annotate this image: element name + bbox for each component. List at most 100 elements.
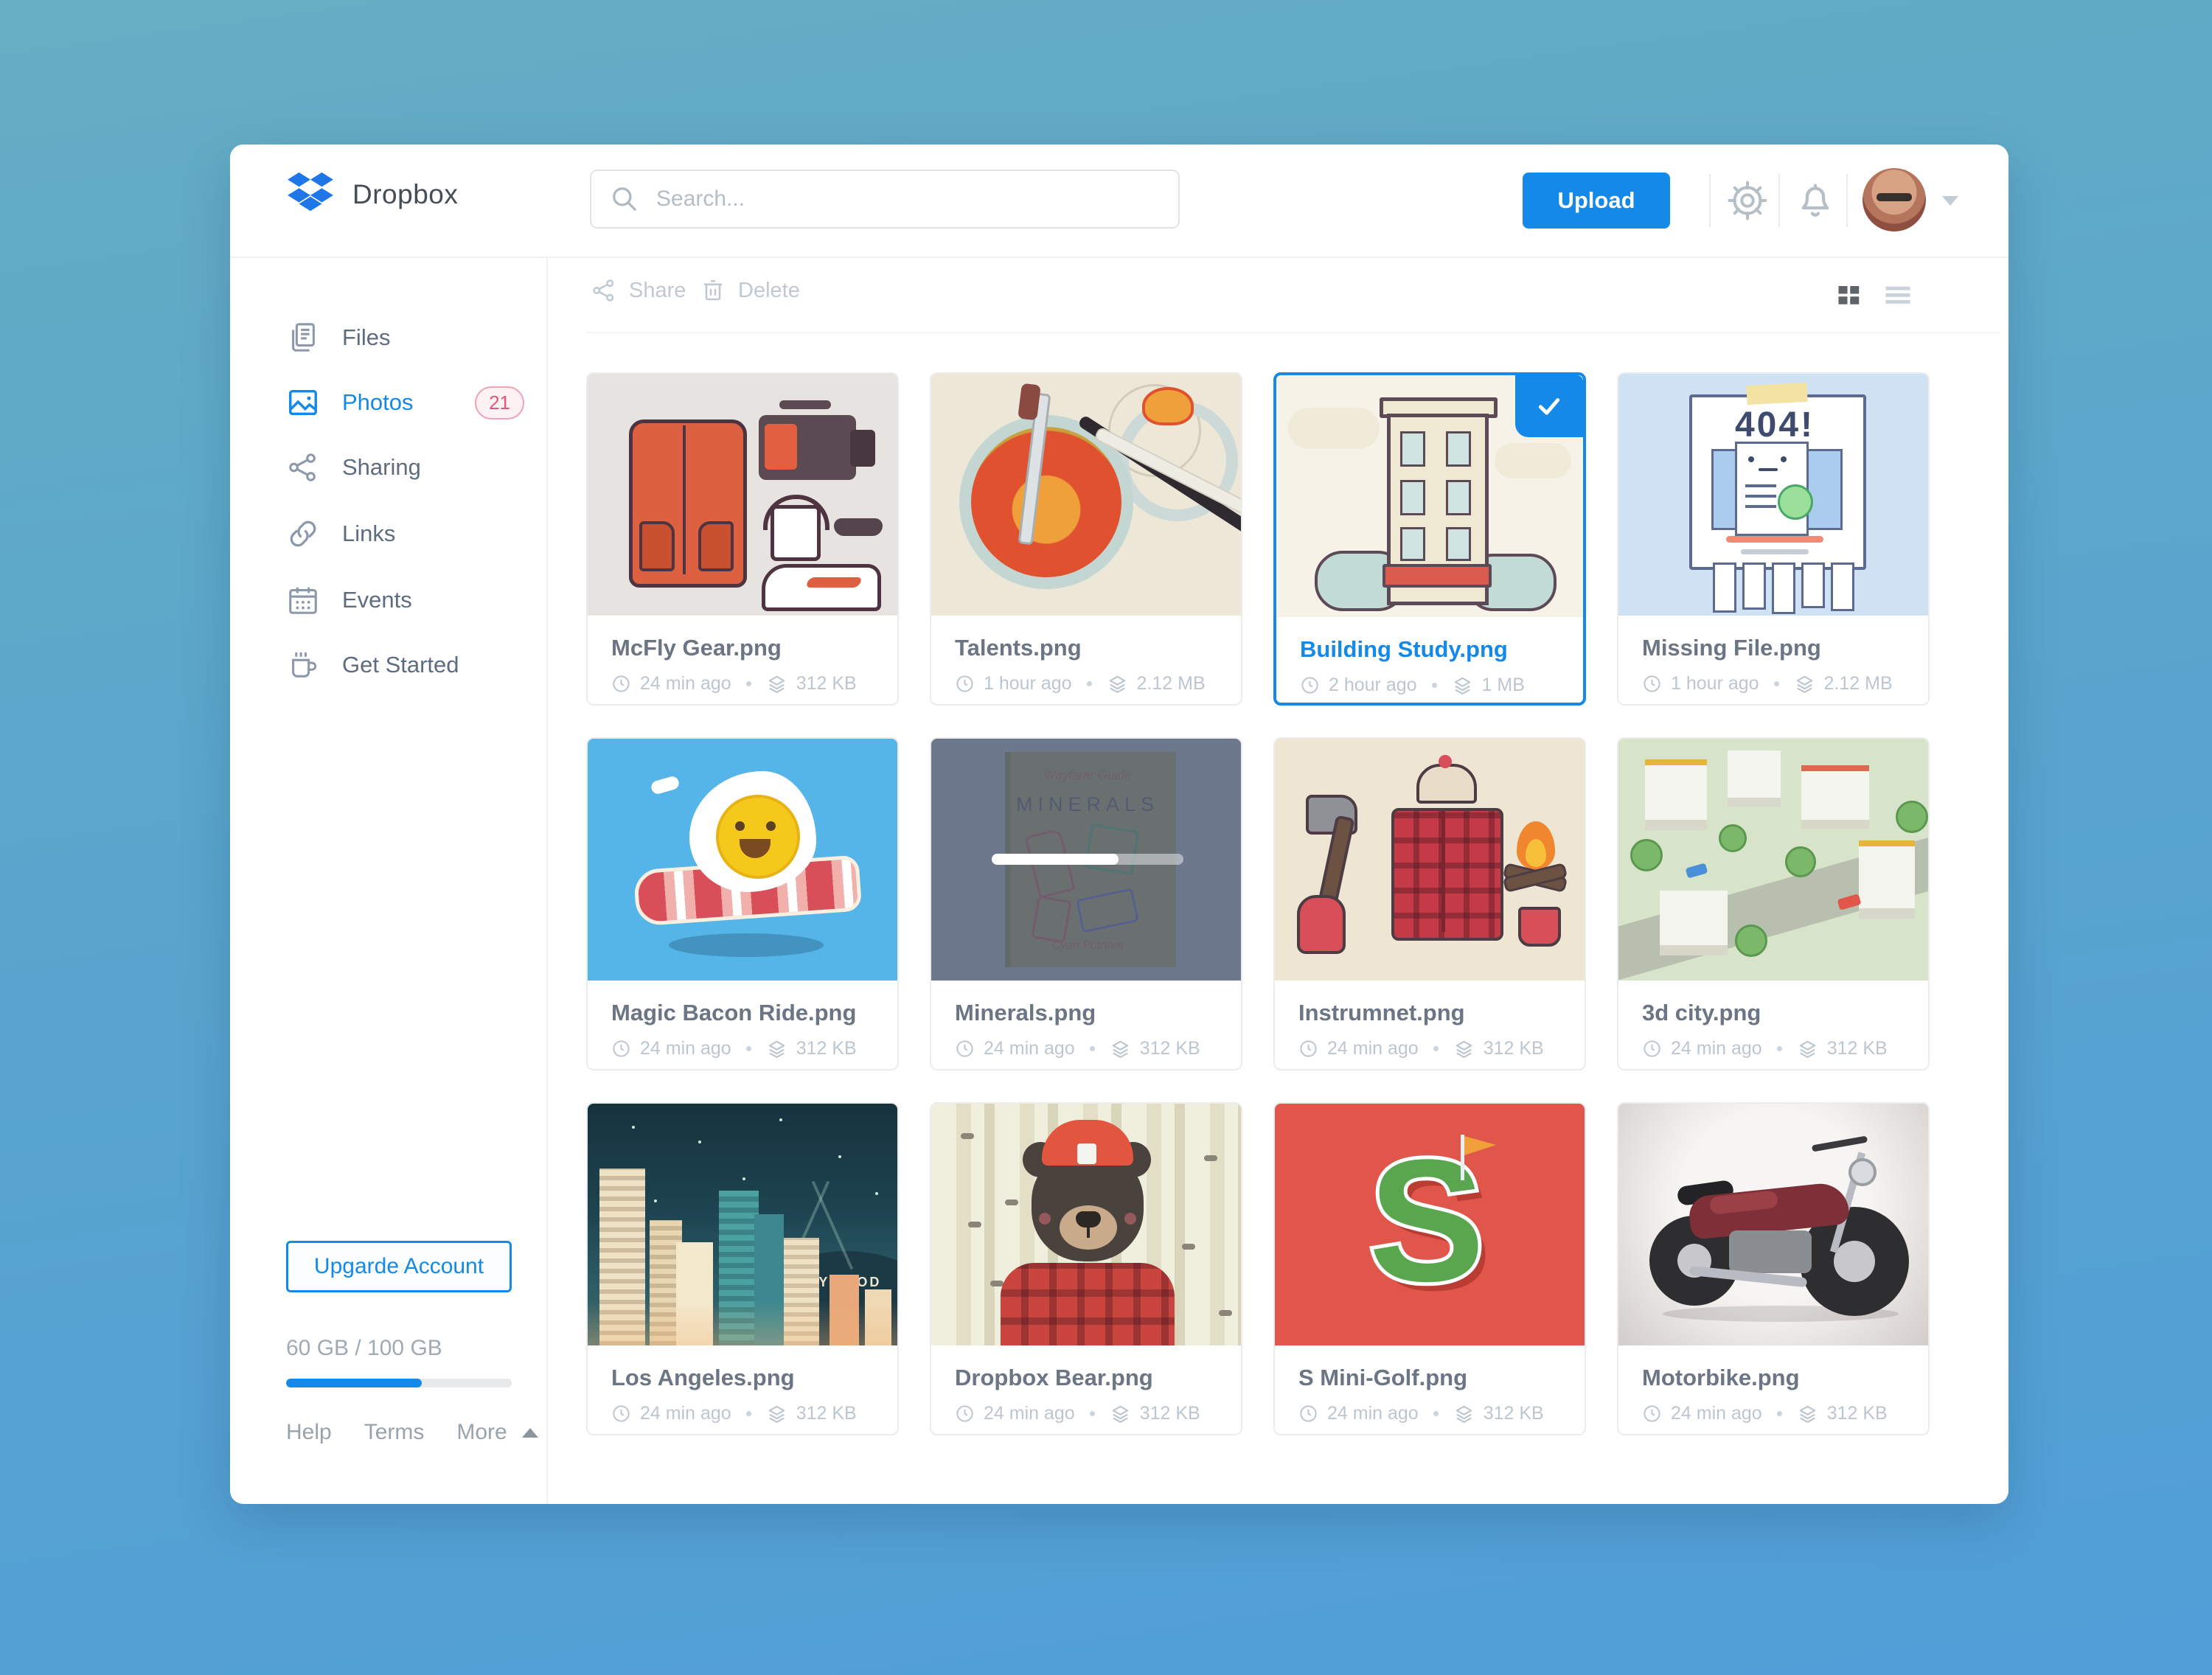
file-card[interactable]: S S S Mini-Golf.png 24 min ago 312 KB — [1273, 1102, 1586, 1435]
tape-shape — [1746, 383, 1807, 405]
layers-icon — [766, 673, 787, 694]
dropbox-app-window: Dropbox Upload Files Photos 21 — [230, 144, 2008, 1504]
file-card[interactable]: HOLLYWOOD Los Angeles.png 24 min ago — [586, 1102, 899, 1435]
grid-view-icon[interactable] — [1834, 282, 1863, 312]
file-name: S Mini-Golf.png — [1298, 1365, 1561, 1391]
sidebar-footer: Help Terms More — [286, 1420, 538, 1445]
brand[interactable]: Dropbox — [288, 171, 458, 217]
file-name: 3d city.png — [1642, 1000, 1905, 1026]
building-block — [1728, 751, 1781, 807]
sidebar-item-photos[interactable]: Photos 21 — [286, 380, 524, 425]
file-time: 1 hour ago — [984, 673, 1072, 694]
file-name: Motorbike.png — [1642, 1365, 1905, 1391]
file-card[interactable]: Talents.png 1 hour ago 2.12 MB — [930, 372, 1242, 706]
upload-progress-fill — [992, 854, 1119, 865]
clock-icon — [1642, 1039, 1662, 1059]
file-size: 312 KB — [1140, 1403, 1200, 1424]
yolk-shape — [716, 795, 800, 879]
file-time: 2 hour ago — [1329, 675, 1417, 696]
building-block — [1660, 891, 1728, 955]
dropbox-bear-illustration[interactable] — [931, 1104, 1241, 1345]
share-button[interactable]: Share — [591, 277, 686, 304]
file-time: 24 min ago — [1671, 1038, 1762, 1059]
file-time: 24 min ago — [640, 1038, 731, 1059]
terms-link[interactable]: Terms — [364, 1420, 425, 1445]
delete-label: Delete — [738, 279, 800, 303]
file-name: Minerals.png — [955, 1000, 1217, 1026]
file-time: 24 min ago — [640, 673, 731, 694]
divider — [1846, 174, 1848, 227]
photos-count-badge: 21 — [475, 386, 524, 419]
tree-shape — [1735, 924, 1767, 957]
tree-shape — [1785, 846, 1816, 877]
dot-separator — [1433, 1411, 1439, 1416]
file-card[interactable]: Motorbike.png 24 min ago 312 KB — [1617, 1102, 1930, 1435]
instrumnet-illustration[interactable] — [1275, 739, 1585, 981]
file-time: 24 min ago — [1671, 1403, 1762, 1424]
file-name: Talents.png — [955, 635, 1217, 661]
file-size: 312 KB — [796, 1403, 857, 1424]
engine-shape — [1729, 1230, 1812, 1273]
file-card[interactable]: 3d city.png 24 min ago 312 KB — [1617, 737, 1930, 1070]
caret-up-icon[interactable] — [522, 1428, 538, 1438]
shred-strip — [1742, 563, 1766, 610]
more-link[interactable]: More — [456, 1420, 507, 1445]
avatar[interactable] — [1863, 168, 1926, 231]
file-card[interactable]: 404! — [1617, 372, 1930, 706]
divider — [1709, 174, 1711, 227]
file-name: Missing File.png — [1642, 635, 1905, 661]
sidebar-item-label: Sharing — [342, 454, 421, 481]
mcfly-gear-illustration[interactable] — [588, 374, 897, 616]
photo-grid: McFly Gear.png 24 min ago 312 KB — [586, 372, 1930, 1435]
upgrade-account-button[interactable]: Upgarde Account — [286, 1241, 512, 1292]
sidebar-item-label: Photos — [342, 389, 414, 416]
dot-separator — [746, 1046, 751, 1051]
s-mini-golf-illustration[interactable]: S S — [1275, 1104, 1585, 1345]
file-card-selected[interactable]: Building Study.png 2 hour ago 1 MB — [1273, 372, 1586, 706]
search-input[interactable] — [655, 186, 1159, 212]
missing-file-illustration[interactable]: 404! — [1618, 374, 1928, 616]
sidebar-item-sharing[interactable]: Sharing — [286, 445, 524, 490]
tree-shape — [1630, 839, 1663, 871]
file-size: 1 MB — [1482, 675, 1525, 696]
file-card[interactable]: Magic Bacon Ride.png 24 min ago 312 KB — [586, 737, 899, 1070]
beanie-shape — [1416, 764, 1477, 804]
file-name: McFly Gear.png — [611, 635, 874, 661]
sidebar-item-get-started[interactable]: Get Started — [286, 643, 524, 687]
3d-city-illustration[interactable] — [1618, 739, 1928, 981]
layers-icon — [1107, 673, 1128, 694]
file-time: 24 min ago — [1327, 1403, 1419, 1424]
brand-name: Dropbox — [352, 179, 458, 210]
magic-bacon-illustration[interactable] — [588, 739, 897, 981]
talents-illustration[interactable] — [931, 374, 1241, 616]
file-size: 2.12 MB — [1824, 673, 1893, 694]
cloud-shape — [1495, 443, 1571, 478]
delete-button[interactable]: Delete — [700, 277, 800, 304]
caret-down-icon[interactable] — [1942, 196, 1958, 206]
sidebar-item-links[interactable]: Links — [286, 512, 524, 556]
search-box[interactable] — [590, 170, 1180, 229]
file-card[interactable]: Dropbox Bear.png 24 min ago 312 KB — [930, 1102, 1242, 1435]
layers-icon — [1453, 1403, 1475, 1424]
sidebar-item-events[interactable]: Events — [286, 578, 524, 622]
sidebar-item-files[interactable]: Files — [286, 316, 524, 360]
upload-button[interactable]: Upload — [1523, 173, 1670, 229]
file-card[interactable]: Instrumnet.png 24 min ago 312 KB — [1273, 737, 1586, 1070]
motorbike-illustration[interactable] — [1618, 1104, 1928, 1345]
list-view-icon[interactable] — [1883, 282, 1913, 312]
handlebar-shape — [1812, 1135, 1868, 1152]
file-card-uploading[interactable]: Wayfarer Guide MINERALS Cyan Putnam Mine… — [930, 737, 1242, 1070]
sidebar-item-label: Events — [342, 587, 412, 613]
divider — [1778, 174, 1780, 227]
file-size: 312 KB — [1140, 1038, 1200, 1059]
file-card[interactable]: McFly Gear.png 24 min ago 312 KB — [586, 372, 899, 706]
minerals-illustration[interactable]: Wayfarer Guide MINERALS Cyan Putnam — [931, 739, 1241, 981]
storage-progress-fill — [286, 1379, 422, 1387]
los-angeles-illustration[interactable]: HOLLYWOOD — [588, 1104, 897, 1345]
clock-icon — [1642, 1404, 1662, 1424]
selected-check-badge[interactable] — [1515, 375, 1583, 437]
gear-icon[interactable] — [1725, 178, 1770, 226]
bell-icon[interactable] — [1793, 178, 1837, 226]
building-study-illustration[interactable] — [1276, 375, 1583, 617]
help-link[interactable]: Help — [286, 1420, 332, 1445]
